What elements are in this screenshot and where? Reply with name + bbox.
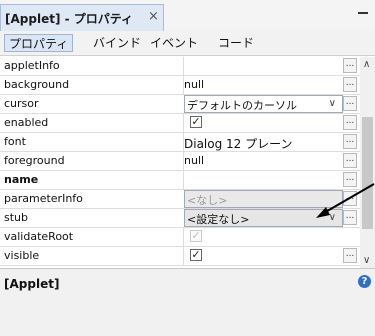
- tab-title: [Applet] - プロパティ: [5, 12, 134, 26]
- ellipsis-button[interactable]: ...: [343, 77, 357, 92]
- property-value[interactable]: null: [184, 78, 204, 91]
- ellipsis-button[interactable]: ...: [343, 134, 357, 149]
- property-row-cursor[interactable]: cursor デフォルトのカーソル ∨ ...: [0, 95, 360, 114]
- ellipsis-button[interactable]: ...: [343, 96, 357, 111]
- visible-checkbox[interactable]: ✓: [190, 249, 202, 261]
- property-row-validateroot[interactable]: validateRoot ✓: [0, 228, 360, 247]
- property-name: parameterInfo: [4, 192, 83, 205]
- enabled-checkbox[interactable]: ✓: [190, 116, 202, 128]
- tab-bind[interactable]: バインド: [93, 34, 141, 52]
- subtab-bar: プロパティ バインド イベント コード: [0, 31, 375, 56]
- chevron-up-icon[interactable]: ∧: [363, 59, 370, 70]
- property-grid: appletInfo ... background null ... curso…: [0, 57, 360, 268]
- close-icon[interactable]: ×: [148, 9, 159, 24]
- ellipsis-button[interactable]: ...: [343, 153, 357, 168]
- minimize-icon[interactable]: [358, 12, 368, 14]
- tab-applet-properties[interactable]: [Applet] - プロパティ ×: [0, 4, 164, 31]
- chevron-down-icon[interactable]: ∨: [329, 98, 336, 109]
- column-divider: [183, 247, 184, 266]
- combo-value: <設定なし>: [187, 213, 250, 226]
- property-row-name[interactable]: name ...: [0, 171, 360, 190]
- description-title: [Applet]: [4, 277, 60, 291]
- property-row-foreground[interactable]: foreground null ...: [0, 152, 360, 171]
- column-divider: [183, 171, 184, 190]
- ellipsis-button[interactable]: ...: [343, 248, 357, 263]
- cursor-combobox[interactable]: デフォルトのカーソル ∨: [184, 95, 343, 113]
- combo-value: デフォルトのカーソル: [187, 99, 297, 112]
- property-name: cursor: [4, 97, 39, 110]
- property-name: foreground: [4, 154, 65, 167]
- property-name: stub: [4, 211, 28, 224]
- tab-code[interactable]: コード: [218, 34, 254, 52]
- property-row-parameterinfo[interactable]: parameterInfo <なし> ...: [0, 190, 360, 209]
- column-divider: [183, 228, 184, 247]
- column-divider: [183, 114, 184, 133]
- property-value[interactable]: Dialog 12 プレーン: [184, 135, 293, 152]
- ellipsis-button[interactable]: ...: [343, 115, 357, 130]
- property-name: name: [4, 173, 39, 186]
- tab-properties[interactable]: プロパティ: [4, 34, 74, 52]
- ellipsis-button[interactable]: ...: [343, 191, 357, 206]
- property-row-enabled[interactable]: enabled ✓ ...: [0, 114, 360, 133]
- help-icon[interactable]: ?: [358, 275, 371, 288]
- ellipsis-button[interactable]: ...: [343, 210, 357, 225]
- property-row-stub[interactable]: stub <設定なし> ∨ ...: [0, 209, 360, 228]
- property-row-visible[interactable]: visible ✓ ...: [0, 247, 360, 266]
- property-row-background[interactable]: background null ...: [0, 76, 360, 95]
- parameterinfo-field: <なし>: [184, 190, 343, 208]
- window-titlebar: [Applet] - プロパティ ×: [0, 0, 375, 32]
- property-value: <なし>: [187, 194, 228, 207]
- ellipsis-button[interactable]: ...: [343, 172, 357, 187]
- tab-events[interactable]: イベント: [150, 34, 198, 52]
- property-name: validateRoot: [4, 230, 74, 243]
- property-name: visible: [4, 249, 40, 262]
- ellipsis-button[interactable]: ...: [343, 58, 357, 73]
- property-name: enabled: [4, 116, 49, 129]
- property-name: appletInfo: [4, 59, 60, 72]
- description-panel: [Applet] ?: [0, 269, 375, 336]
- property-row-appletinfo[interactable]: appletInfo ...: [0, 57, 360, 76]
- property-name: font: [4, 135, 26, 148]
- property-value[interactable]: null: [184, 154, 204, 167]
- property-row-font[interactable]: font Dialog 12 プレーン ...: [0, 133, 360, 152]
- vertical-scrollbar[interactable]: ∧ ∨: [360, 57, 375, 268]
- chevron-down-icon[interactable]: ∨: [363, 255, 370, 266]
- stub-combobox[interactable]: <設定なし> ∨: [184, 209, 343, 227]
- property-name: background: [4, 78, 70, 91]
- validateroot-checkbox: ✓: [190, 229, 202, 242]
- scrollbar-thumb[interactable]: [362, 117, 373, 229]
- column-divider: [183, 57, 184, 76]
- chevron-down-icon[interactable]: ∨: [329, 212, 336, 223]
